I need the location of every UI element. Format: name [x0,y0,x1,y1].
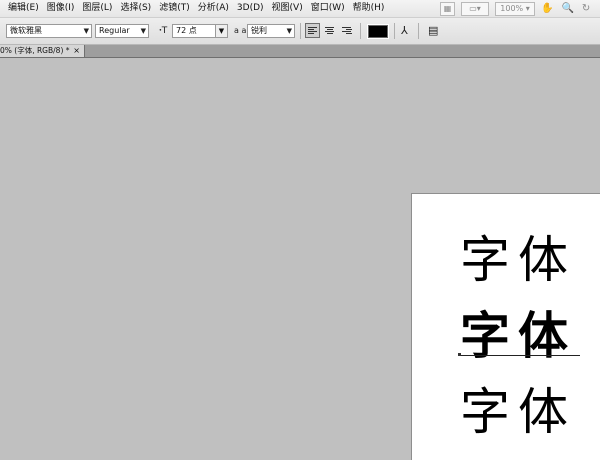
document-canvas[interactable]: 字体 字体 字体 [411,193,600,460]
zoom-tool-icon[interactable]: 🔍 [561,3,573,14]
text-baseline [460,355,580,356]
separator [300,23,301,39]
align-left-icon-line [308,31,317,32]
font-style-value: Regular [99,26,130,35]
align-left-icon-line [308,33,314,34]
align-center-button[interactable] [322,23,337,38]
align-left-icon-line [308,29,314,30]
text-cursor [458,353,461,356]
font-family-value: 微软雅黑 [10,26,42,35]
anti-alias-icon: a a [234,26,247,35]
align-right-icon [342,27,351,28]
text-options-bar: 微软雅黑 ▼ Regular ▼ ꞏT 72 点 ▼ a a 锐利 ▼ ⅄ ▤ [0,18,600,45]
text-layer-sample-1[interactable]: 字体 [460,230,600,290]
align-center-icon [325,27,334,28]
align-right-icon-line [346,33,352,34]
menu-layer[interactable]: 图层(L) [78,0,116,17]
align-right-icon-line [346,29,352,30]
document-tab-strip: 0% (字体, RGB/8) * × [0,45,600,58]
align-center-icon-line [326,33,333,34]
anti-alias-value: 锐利 [251,26,267,35]
separator [418,23,419,39]
text-layer-sample-2[interactable]: 字体 [460,306,600,366]
separator [360,23,361,39]
menu-filter[interactable]: 滤镜(T) [155,0,194,17]
chevron-down-icon: ▼ [286,27,292,35]
align-left-icon [308,27,317,28]
anti-alias-select[interactable]: 锐利 ▼ [247,24,295,38]
menu-view[interactable]: 视图(V) [268,0,307,17]
warp-text-icon[interactable]: ⅄ [401,24,408,38]
font-size-icon: ꞏT [159,26,168,36]
document-tab[interactable]: 0% (字体, RGB/8) * × [0,45,85,57]
align-right-button[interactable] [339,23,354,38]
chevron-down-icon: ▼ [83,27,89,35]
document-tab-label: 0% (字体, RGB/8) * [0,46,70,55]
menu-right-controls: ▦ ▭▾ 100% ▾ ✋ 🔍 ↻ [440,0,598,17]
menu-select[interactable]: 选择(S) [116,0,155,17]
chevron-down-icon: ▼ [140,27,146,35]
text-color-swatch[interactable] [367,24,389,39]
separator [394,23,395,39]
close-icon[interactable]: × [73,45,80,57]
rotate-view-icon[interactable]: ↻ [582,3,590,14]
font-size-select[interactable]: 72 点 ▼ [172,24,228,38]
font-size-value: 72 点 [176,26,197,35]
character-panel-icon[interactable]: ▤ [428,24,438,38]
zoom-level-select[interactable]: 100% ▾ [495,1,535,16]
align-center-icon-line [325,31,334,32]
hand-tool-icon[interactable]: ✋ [541,3,553,14]
menu-analysis[interactable]: 分析(A) [194,0,233,17]
align-right-icon-line [342,31,351,32]
menu-image[interactable]: 图像(I) [43,0,79,17]
chevron-down-icon: ▼ [215,25,227,37]
menu-edit[interactable]: 编辑(E) [0,0,43,17]
font-style-select[interactable]: Regular ▼ [95,24,149,38]
zoom-level-value: 100% [500,4,524,13]
text-layer-sample-3[interactable]: 字体 [460,382,600,442]
menu-help[interactable]: 帮助(H) [349,0,389,17]
align-center-icon-line [326,29,333,30]
menu-3d[interactable]: 3D(D) [233,0,268,17]
menu-window[interactable]: 窗口(W) [307,0,349,17]
font-family-select[interactable]: 微软雅黑 ▼ [6,24,92,38]
screen-mode-icon[interactable]: ▭▾ [461,1,489,16]
bridge-icon[interactable]: ▦ [440,1,455,16]
align-left-button[interactable] [305,23,320,38]
